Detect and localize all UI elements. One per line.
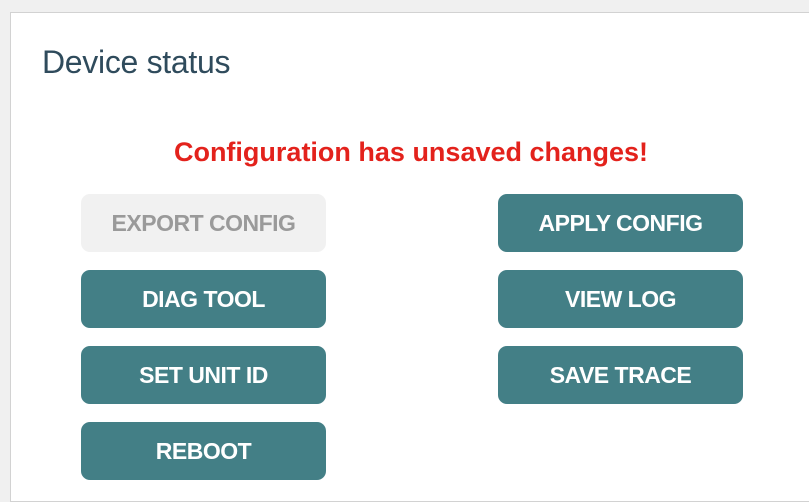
reboot-button[interactable]: REBOOT xyxy=(81,422,326,480)
diag-tool-button[interactable]: DIAG TOOL xyxy=(81,270,326,328)
set-unit-id-button[interactable]: SET UNIT ID xyxy=(81,346,326,404)
export-config-button: EXPORT CONFIG xyxy=(81,194,326,252)
device-status-panel: Device status Configuration has unsaved … xyxy=(10,12,809,502)
view-log-button[interactable]: VIEW LOG xyxy=(498,270,743,328)
save-trace-button[interactable]: SAVE TRACE xyxy=(498,346,743,404)
unsaved-changes-warning: Configuration has unsaved changes! xyxy=(173,137,649,167)
panel-title: Device status xyxy=(42,44,231,80)
apply-config-button[interactable]: APPLY CONFIG xyxy=(498,194,743,252)
